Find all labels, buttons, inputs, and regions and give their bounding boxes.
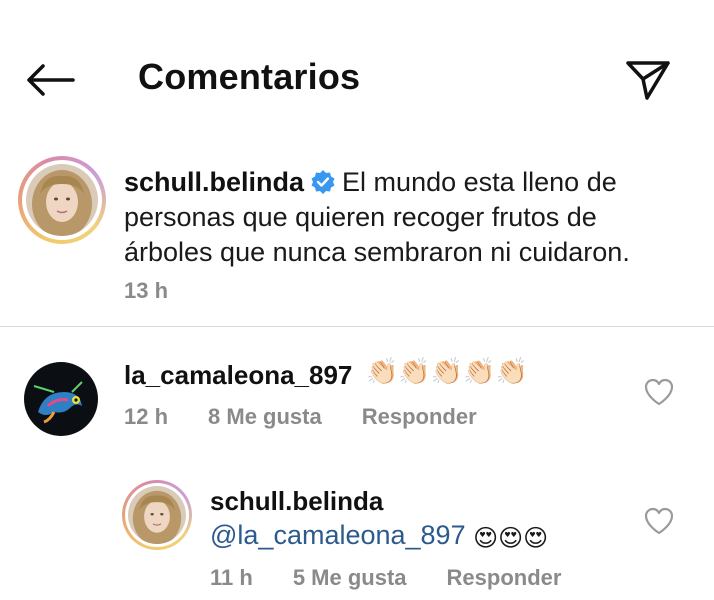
- caption-timestamp: 13 h: [124, 278, 169, 303]
- arrow-left-icon: [27, 64, 75, 96]
- like-button[interactable]: [644, 507, 674, 537]
- profile-photo-icon: [128, 486, 186, 544]
- avatar[interactable]: [24, 362, 98, 436]
- reply-timestamp: 11 h: [210, 565, 253, 590]
- like-button[interactable]: [644, 378, 674, 408]
- chameleon-avatar-icon: [24, 362, 98, 436]
- divider: [0, 326, 714, 327]
- reply-username[interactable]: schull.belinda: [210, 486, 383, 517]
- mention-link[interactable]: @la_camaleona_897: [210, 520, 466, 550]
- reply-likes[interactable]: 5 Me gusta: [293, 565, 407, 591]
- comment-timestamp: 12 h: [124, 404, 169, 429]
- share-button[interactable]: [622, 54, 674, 106]
- comment-username[interactable]: la_camaleona_897: [124, 360, 352, 391]
- reply-button[interactable]: Responder: [447, 565, 562, 591]
- reply-text: @la_camaleona_897 😍😍😍: [210, 520, 548, 553]
- heart-eyes-emoji: 😍😍😍: [473, 525, 549, 552]
- verified-badge-icon: [311, 170, 335, 194]
- back-button[interactable]: [22, 58, 78, 102]
- reply-button[interactable]: Responder: [362, 404, 477, 430]
- heart-icon: [644, 378, 674, 406]
- reply-meta: 11 h 5 Me gusta Responder: [210, 565, 601, 591]
- avatar[interactable]: [122, 480, 192, 550]
- avatar[interactable]: [18, 156, 106, 244]
- comment-meta: 12 h 8 Me gusta Responder: [124, 404, 517, 430]
- page-title: Comentarios: [138, 56, 361, 97]
- clapping-emoji: 👏🏻👏🏻👏🏻👏🏻👏🏻: [366, 356, 528, 386]
- heart-icon: [644, 507, 674, 535]
- caption-text: schull.belinda El mundo esta lleno de per…: [124, 165, 684, 270]
- paper-plane-icon: [626, 61, 670, 100]
- comment-likes[interactable]: 8 Me gusta: [208, 404, 322, 430]
- caption-username[interactable]: schull.belinda: [124, 167, 304, 197]
- profile-photo-icon: [26, 164, 98, 236]
